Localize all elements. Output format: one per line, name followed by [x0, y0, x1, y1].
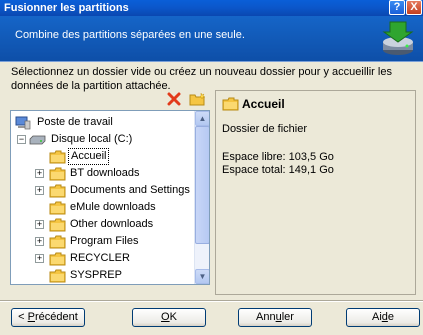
folder-icon: [49, 252, 66, 266]
cancel-button[interactable]: Annuler: [238, 308, 312, 327]
tree-label-folder: Accueil: [68, 148, 110, 165]
window-titlebar: Fusionner les partitions: [0, 0, 423, 16]
folder-icon: [49, 150, 66, 164]
tree-expand-button[interactable]: +: [35, 237, 44, 246]
info-free-space: Espace libre: 103,5 Go: [222, 151, 334, 163]
tree-label-folder: SYSPREP: [70, 269, 122, 281]
instruction-text: Sélectionnez un dossier vide ou créez un…: [11, 66, 392, 92]
tree-label-folder: eMule downloads: [70, 201, 156, 213]
folder-icon: [49, 218, 66, 232]
info-folder-name: Accueil: [242, 97, 285, 111]
help-button-prefix: Ai: [371, 311, 382, 323]
scroll-up-button[interactable]: ▲: [195, 111, 209, 126]
previous-button-rest: récédent: [35, 311, 78, 323]
help-button-rest: e: [387, 311, 395, 323]
window-title: Fusionner les partitions: [4, 2, 129, 14]
computer-icon: [15, 116, 31, 130]
tree-node-folder[interactable]: + RECYCLER: [15, 250, 195, 267]
tree-node-folder[interactable]: Accueil: [15, 148, 195, 165]
tree-label-folder: BT downloads: [70, 167, 140, 179]
tree-expand-button[interactable]: +: [35, 186, 44, 195]
tree-expand-button[interactable]: +: [35, 220, 44, 229]
scroll-down-button[interactable]: ▼: [195, 269, 209, 284]
folder-icon: [222, 97, 239, 111]
new-folder-icon[interactable]: [189, 92, 207, 106]
ok-button-rest: K: [169, 311, 177, 323]
folder-icon: [49, 167, 66, 181]
folder-tree[interactable]: Poste de travail − Disque local (C:) Acc…: [10, 110, 210, 285]
hard-drive-icon: [29, 135, 46, 145]
help-button[interactable]: Aide: [346, 308, 420, 327]
previous-button-prefix: <: [18, 311, 28, 323]
header-description: Combine des partitions séparées en une s…: [15, 29, 245, 41]
wizard-header: Combine des partitions séparées en une s…: [0, 16, 423, 62]
tree-label-drive: Disque local (C:): [51, 133, 133, 145]
folder-icon: [49, 235, 66, 249]
tree-label-folder: Documents and Settings: [70, 184, 190, 196]
delete-folder-icon[interactable]: [167, 92, 181, 106]
tree-node-folder[interactable]: + Documents and Settings: [15, 182, 195, 199]
tree-node-folder[interactable]: + BT downloads: [15, 165, 195, 182]
folder-icon: [49, 184, 66, 198]
tree-collapse-drive[interactable]: −: [17, 135, 26, 144]
info-folder-type: Dossier de fichier: [222, 123, 307, 135]
ok-button[interactable]: OK: [132, 308, 206, 327]
previous-button-mnemonic: P: [27, 311, 35, 323]
tree-label-folder: Program Files: [70, 235, 139, 247]
cancel-button-rest: ler: [281, 311, 294, 323]
previous-button[interactable]: < Précédent: [11, 308, 85, 327]
merge-partitions-icon: [382, 21, 414, 55]
tree-node-drive[interactable]: − Disque local (C:): [15, 131, 195, 148]
tree-node-folder[interactable]: + Other downloads: [15, 216, 195, 233]
help-title-button[interactable]: ?: [389, 0, 405, 15]
folder-icon: [49, 201, 66, 215]
tree-scrollbar[interactable]: ▲ ▼: [194, 111, 209, 284]
tree-label-folder: Other downloads: [70, 218, 154, 230]
close-button[interactable]: X: [406, 0, 422, 15]
tree-node-folder[interactable]: SYSPREP: [15, 267, 195, 284]
cancel-button-prefix: Ann: [256, 311, 276, 323]
tree-expand-button[interactable]: +: [35, 254, 44, 263]
tree-expand-button[interactable]: +: [35, 169, 44, 178]
button-separator: [0, 300, 423, 302]
scroll-thumb[interactable]: [195, 126, 209, 244]
tree-label-computer: Poste de travail: [37, 116, 113, 128]
folder-icon: [49, 269, 66, 283]
tree-label-folder: RECYCLER: [70, 252, 130, 264]
folder-info-panel: Accueil Dossier de fichier Espace libre:…: [215, 90, 416, 295]
ok-button-mnemonic: O: [161, 311, 170, 323]
tree-node-folder[interactable]: eMule downloads: [15, 199, 195, 216]
tree-node-folder[interactable]: + Program Files: [15, 233, 195, 250]
info-total-space: Espace total: 149,1 Go: [222, 164, 334, 176]
